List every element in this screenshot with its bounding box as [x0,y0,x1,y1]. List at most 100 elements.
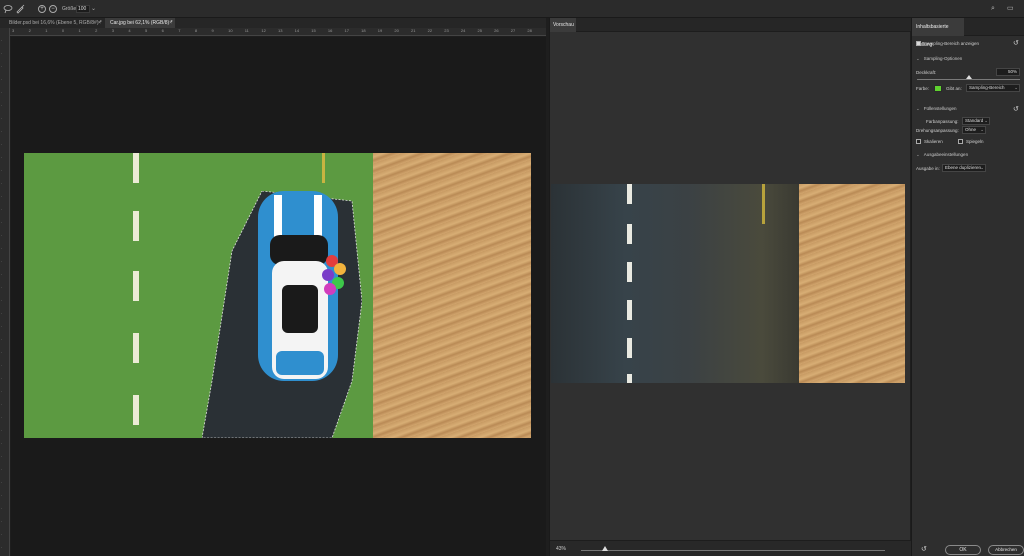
ruler-tick-label: 10 [228,28,233,33]
ruler-tick-label: 16 [327,28,333,33]
opacity-slider-handle[interactable] [965,75,972,79]
ruler-tick: · [1,129,3,134]
color-adapt-label: Farbanpassung: [926,119,959,124]
undo-icon[interactable]: ↺ [921,545,927,553]
color-swatch[interactable] [934,85,942,92]
document-image[interactable] [24,153,531,438]
preview-tabbar: Vorschau [550,18,911,32]
workspace-icon[interactable]: ▭ [1007,5,1014,13]
ruler-tick-label: 19 [377,28,383,33]
section-label: Ausgabeeinstellungen [923,152,969,157]
rotation-adapt-select[interactable]: Ohne ⌄ [962,126,986,134]
close-icon[interactable]: × [98,18,101,28]
section-label: Sampling-Optionen [923,56,963,61]
chevron-down-icon[interactable]: ⌄ [91,5,96,12]
ruler-tick-label: 9 [211,28,214,33]
reset-icon[interactable]: ↺ [1013,39,1019,47]
tab-label: Bilder.psd bei 16,6% (Ebene 5, RGB/8#) * [9,20,102,26]
yellow-line [762,184,765,224]
car-image [258,191,346,381]
ruler-tick: · [1,389,3,394]
search-icon[interactable]: ⌕ [991,5,995,13]
ruler-tick: · [1,363,3,368]
yellow-line [322,153,325,183]
lane-dash [133,395,139,425]
sand-area [799,184,905,383]
cancel-button[interactable]: Abbrechen [988,545,1024,555]
ruler-tick-label: 1 [78,28,81,33]
ruler-tick-label: 17 [344,28,349,33]
ruler-tick: · [1,454,3,459]
chevron-down-icon: ⌄ [916,106,920,111]
panel-tabbar: Inhaltsbasierte Füllung [912,18,1024,48]
show-sampling-label: Sampling-Bereich anzeigen [924,41,980,46]
ruler-vertical: · · · · · · · · · · · · · · · · · · · · · · · · · · · · · · · · · · · · · · · · [0,28,10,556]
canvas-area[interactable] [11,37,546,556]
ruler-tick-label: 4 [128,28,131,33]
ruler-tick-label: 28 [527,28,532,33]
ruler-tick: · [1,415,3,420]
output-label: Ausgabe in: [916,166,940,171]
output-select[interactable]: Ebene duplizieren ⌄ [942,164,986,172]
ruler-tick-label: 2 [95,28,98,33]
ruler-tick: · [1,506,3,511]
close-icon[interactable]: × [169,18,172,28]
color-label: Farbe: [916,86,930,91]
zoom-slider-handle[interactable] [602,546,609,551]
tab-car-jpg[interactable]: Car.jpg bei 62,1% (RGB/8) * × [105,18,175,28]
lane-dash [627,374,632,383]
preview-image[interactable] [551,184,905,383]
add-mode-icon[interactable]: + [38,5,46,13]
size-input[interactable]: 100 [76,5,90,13]
show-sampling-checkbox[interactable] [916,41,921,47]
reset-icon[interactable]: ↺ [1013,105,1019,113]
ruler-tick-label: 24 [460,28,466,33]
show-sampling-row[interactable]: Sampling-Bereich anzeigen [916,41,980,47]
ruler-tick: · [1,493,3,498]
ruler-tick: · [1,272,3,277]
fill-settings-header[interactable]: ⌄ Füllenstellungen [916,106,957,112]
lasso-tool-icon[interactable] [3,4,13,14]
ok-button[interactable]: OK [945,545,981,555]
ruler-tick-label: 14 [294,28,300,33]
color-adapt-value: Standard [965,118,984,123]
opacity-input[interactable]: 50% [996,68,1020,76]
brush-tool-icon[interactable] [15,4,25,14]
scale-row[interactable]: Skalieren [916,139,943,145]
color-adapt-select[interactable]: Standard ⌄ [962,117,990,125]
lane-dash [133,153,139,183]
chevron-down-icon: ⌄ [980,165,984,170]
ruler-tick-label: 5 [145,28,148,33]
zoom-label: 43% [556,546,567,552]
indicates-select[interactable]: Sampling-Bereich ⌄ [966,84,1020,92]
chevron-down-icon: ⌄ [916,56,920,61]
tab-preview[interactable]: Vorschau [550,18,576,32]
ruler-tick: · [1,519,3,524]
ruler-tick: · [1,233,3,238]
mirror-checkbox[interactable] [958,139,963,145]
zoom-slider[interactable] [581,550,885,551]
scale-checkbox[interactable] [916,139,921,145]
ruler-tick: · [1,402,3,407]
chevron-down-icon: ⌄ [916,152,920,157]
mirror-row[interactable]: Spiegeln [958,139,984,145]
preview-zoom-bar: 43% [550,540,911,556]
tab-content-aware-fill[interactable]: Inhaltsbasierte Füllung [912,18,964,48]
opacity-slider[interactable] [917,79,1020,80]
tab-label: Car.jpg bei 62,1% (RGB/8) * [110,20,173,26]
document-tabs: Bilder.psd bei 16,6% (Ebene 5, RGB/8#) *… [0,18,546,28]
ruler-tick-label: 6 [161,28,164,33]
output-settings-header[interactable]: ⌄ Ausgabeeinstellungen [916,152,968,158]
tab-bilder-psd[interactable]: Bilder.psd bei 16,6% (Ebene 5, RGB/8#) *… [0,18,104,28]
lane-dash [627,224,632,244]
mirror-label: Spiegeln [966,139,984,144]
subtract-mode-icon[interactable]: − [49,5,57,13]
ruler-tick: · [1,441,3,446]
lane-dash [133,271,139,301]
indicates-value: Sampling-Bereich [969,85,1005,90]
sampling-options-header[interactable]: ⌄ Sampling-Optionen [916,56,962,62]
lane-dash [627,300,632,320]
lane-dash [627,338,632,358]
content-aware-fill-panel: Inhaltsbasierte Füllung Sampling-Bereich… [911,18,1024,556]
ruler-horizontal: 3 2 1 0 1 2 3 4 5 6 7 8 9 10 11 12 13 14 15 16 17 18 19 20 21 22 2… [10,28,546,36]
